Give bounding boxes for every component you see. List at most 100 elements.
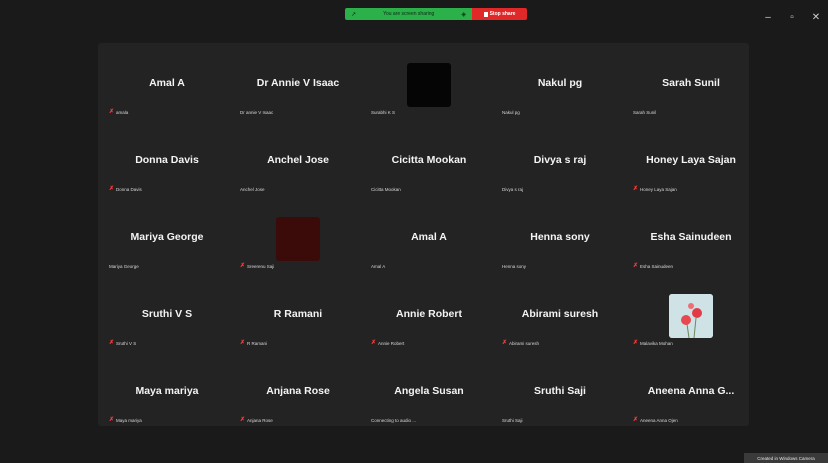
participant-label-text: Mariya George: [109, 264, 139, 269]
participant-label-text: Esha Sainudeen: [640, 263, 674, 269]
participant-tile[interactable]: Angela Susan Connecting to audio ...: [365, 355, 493, 429]
participant-display-name: Annie Robert: [396, 308, 462, 320]
participant-display-name: Aneena Anna G...: [647, 385, 735, 397]
participant-name-label: ✗ Sruthi V S: [109, 340, 136, 346]
participant-video-thumbnail: [669, 294, 713, 338]
participant-display-name: Divya s raj: [533, 154, 587, 166]
participant-name-label: Henna sony: [502, 264, 526, 269]
participant-display-name: Sarah Sunil: [662, 77, 720, 89]
screen-share-banner: ↗ You are screen sharing ◈ Stop share: [345, 8, 527, 20]
participant-label-text: Maya mariya: [116, 417, 142, 423]
participant-display-name: Amal A: [149, 77, 185, 89]
participant-display-name: Amal A: [411, 231, 447, 243]
participant-name-label: Sruthi Saji: [502, 418, 523, 423]
participant-tile[interactable]: Aneena Anna G... ✗ Aneena Anna Ojen: [627, 355, 755, 429]
participant-tile[interactable]: ✗ Sreerenu Saji: [234, 201, 362, 275]
participant-display-name: Sruthi Saji: [534, 385, 586, 397]
mic-muted-icon: ✗: [633, 340, 639, 346]
participant-label-text: Honey Laya Sajan: [640, 186, 677, 192]
participant-display-name: Angela Susan: [394, 385, 464, 397]
participant-name-label: ✗ Malavika Mohan: [633, 340, 673, 346]
participant-name-label: Mariya George: [109, 264, 139, 269]
participant-label-text: Sruthi V S: [116, 340, 137, 346]
participant-tile[interactable]: Amal A ✗ amala: [103, 47, 231, 121]
participant-label-text: Surabhi K S: [371, 110, 396, 115]
mic-muted-icon: ✗: [240, 263, 246, 269]
minimize-button[interactable]: –: [762, 12, 774, 23]
status-tip: Created in Windows Camera: [744, 453, 828, 463]
participant-name-label: ✗ Maya mariya: [109, 417, 142, 423]
participant-name-label: ✗ amala: [109, 109, 128, 115]
participant-tile[interactable]: R Ramani ✗ R Ramani: [234, 278, 362, 352]
stop-icon: [483, 11, 488, 17]
mic-muted-icon: ✗: [240, 417, 246, 423]
shield-icon: ◈: [461, 11, 466, 18]
participant-tile[interactable]: Abirami suresh ✗ Abirami suresh: [496, 278, 624, 352]
participant-tile[interactable]: Anchel Jose Anchel Jose: [234, 124, 362, 198]
mic-muted-icon: ✗: [633, 417, 639, 423]
sharing-indicator[interactable]: ↗ You are screen sharing ◈: [345, 8, 472, 20]
participant-tile[interactable]: Cicitta Mookan Cicitta Mookan: [365, 124, 493, 198]
participant-name-label: ✗ Donna Davis: [109, 186, 142, 192]
participant-label-text: Sarah Sunil: [633, 110, 657, 115]
participant-tile[interactable]: Sruthi V S ✗ Sruthi V S: [103, 278, 231, 352]
participant-tile[interactable]: Divya s raj Divya s raj: [496, 124, 624, 198]
participant-tile[interactable]: Donna Davis ✗ Donna Davis: [103, 124, 231, 198]
participant-name-label: Connecting to audio ...: [371, 418, 416, 423]
participant-name-label: Amal A: [371, 264, 385, 269]
mic-muted-icon: ✗: [633, 186, 639, 192]
participant-display-name: Dr Annie V Isaac: [256, 77, 340, 89]
participant-display-name: Esha Sainudeen: [650, 231, 732, 243]
participant-tile[interactable]: Honey Laya Sajan ✗ Honey Laya Sajan: [627, 124, 755, 198]
participant-tile[interactable]: Dr Annie V Isaac Dr annie V Isaac: [234, 47, 362, 121]
participant-label-text: Anchel Jose: [240, 187, 265, 192]
mic-muted-icon: ✗: [109, 340, 115, 346]
participant-name-label: ✗ Abirami suresh: [502, 340, 539, 346]
sharing-text: You are screen sharing: [383, 11, 435, 17]
participant-name-label: ✗ Aneena Anna Ojen: [633, 417, 678, 423]
participant-tile[interactable]: Amal A Amal A: [365, 201, 493, 275]
close-button[interactable]: ✕: [810, 12, 822, 23]
window-controls: – ▫ ✕: [762, 12, 828, 23]
participant-tile[interactable]: Sruthi Saji Sruthi Saji: [496, 355, 624, 429]
participant-name-label: ✗ Sreerenu Saji: [240, 263, 274, 269]
stop-share-button[interactable]: Stop share: [472, 8, 527, 20]
participant-tile[interactable]: Surabhi K S: [365, 47, 493, 121]
mic-muted-icon: ✗: [109, 109, 115, 115]
participant-display-name: Nakul pg: [537, 77, 583, 89]
participant-name-label: ✗ Esha Sainudeen: [633, 263, 673, 269]
participant-tile[interactable]: Anjana Rose ✗ Anjana Rose: [234, 355, 362, 429]
participant-tile[interactable]: Annie Robert ✗ Annie Robert: [365, 278, 493, 352]
participant-label-text: Malavika Mohan: [640, 340, 673, 346]
participant-tile[interactable]: Esha Sainudeen ✗ Esha Sainudeen: [627, 201, 755, 275]
participant-tile[interactable]: Nakul pg Nakul pg: [496, 47, 624, 121]
participant-name-label: Surabhi K S: [371, 110, 395, 115]
participant-name-label: ✗ Anjana Rose: [240, 417, 273, 423]
mic-muted-icon: ✗: [240, 340, 246, 346]
participant-label-text: Connecting to audio ...: [371, 418, 417, 423]
participant-tile[interactable]: Sarah Sunil Sarah Sunil: [627, 47, 755, 121]
participant-label-text: Donna Davis: [116, 186, 142, 192]
participant-display-name: Anchel Jose: [267, 154, 329, 166]
maximize-button[interactable]: ▫: [786, 12, 798, 23]
participant-name-label: Cicitta Mookan: [371, 187, 401, 192]
mic-muted-icon: ✗: [502, 340, 508, 346]
participant-tile[interactable]: Mariya George Mariya George: [103, 201, 231, 275]
participant-label-text: amala: [116, 109, 129, 115]
participant-label-text: Dr annie V Isaac: [240, 110, 274, 115]
participant-label-text: R Ramani: [247, 340, 268, 346]
participant-label-text: Cicitta Mookan: [371, 187, 401, 192]
participant-name-label: Nakul pg: [502, 110, 520, 115]
participant-label-text: Anjana Rose: [247, 417, 273, 423]
participant-tile[interactable]: ✗ Malavika Mohan: [627, 278, 755, 352]
participant-label-text: Divya s raj: [502, 187, 524, 192]
participant-label-text: Abirami suresh: [509, 340, 540, 346]
participant-video-thumbnail: [407, 63, 451, 107]
participant-display-name: Maya mariya: [135, 385, 199, 397]
participant-name-label: ✗ Annie Robert: [371, 340, 404, 346]
mic-muted-icon: ✗: [371, 340, 377, 346]
participant-tile[interactable]: Maya mariya ✗ Maya mariya: [103, 355, 231, 429]
participant-name-label: Sarah Sunil: [633, 110, 656, 115]
participant-tile[interactable]: Henna sony Henna sony: [496, 201, 624, 275]
participant-name-label: ✗ Honey Laya Sajan: [633, 186, 677, 192]
